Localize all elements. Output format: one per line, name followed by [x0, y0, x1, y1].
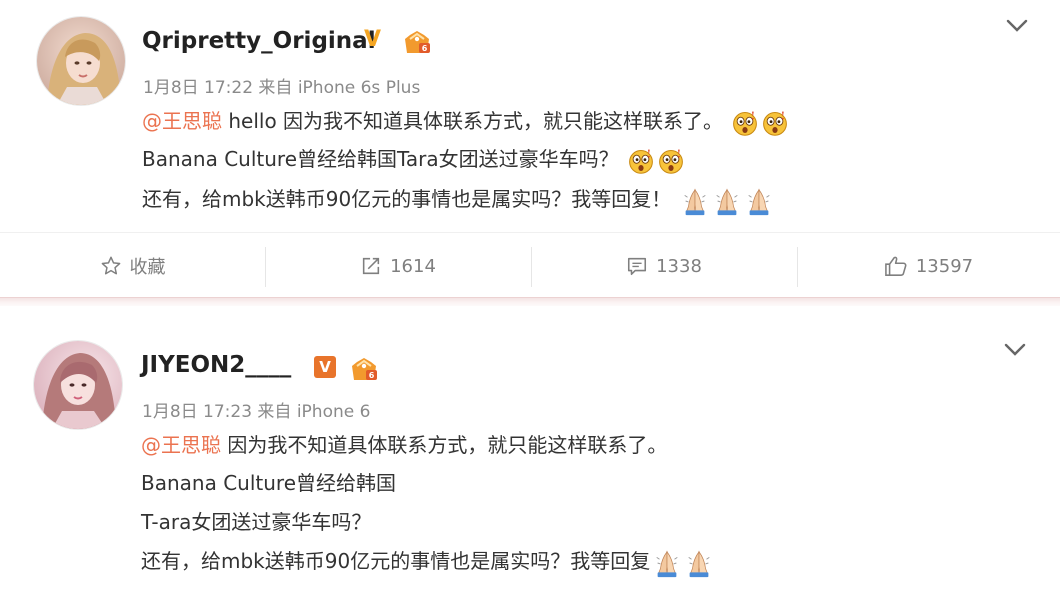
comment-button[interactable]: 1338: [531, 233, 797, 299]
action-bar: 收藏 1614 1338 13597: [0, 232, 1060, 298]
post-meta: 1月8日 17:23 来自 iPhone 6: [142, 402, 371, 422]
avatar-image: [34, 341, 122, 429]
repost-count: 1614: [390, 255, 436, 277]
praying-hands-emoji-icon: [744, 186, 774, 216]
avatar[interactable]: [37, 17, 125, 105]
thumbs-up-icon: [884, 256, 907, 276]
weibo-post-1: Qripretty_Original V 1月8日 17:22 来自 iPhon…: [0, 0, 1060, 300]
post-text-line: T-ara女团送过豪华车吗？: [141, 508, 371, 536]
weibo-post-2: JIYEON2____ V 1月8日 17:23 来自 iPhone 6 @王思…: [0, 306, 1060, 596]
post-text-line: Banana Culture曾经给韩国: [141, 469, 396, 497]
praying-hands-emoji-icon: [680, 186, 710, 216]
member-badge-icon: [402, 29, 432, 55]
praying-hands-emoji-icon: [684, 548, 714, 578]
praying-hands-emoji-icon: [712, 186, 742, 216]
repost-icon: [362, 257, 380, 275]
post-text-line: 还有，给mbk送韩币90亿元的事情也是属实吗？我等回复！: [142, 185, 774, 216]
username[interactable]: Qripretty_Original: [142, 28, 376, 54]
favorite-button[interactable]: 收藏: [0, 233, 265, 299]
post-text: Banana Culture曾经给韩国: [141, 471, 396, 495]
mention-link[interactable]: @王思聪: [141, 433, 221, 457]
post-text: hello 因为我不知道具体联系方式，就只能这样联系了。: [222, 109, 724, 133]
member-badge-icon: [349, 356, 379, 382]
avatar-image: [37, 17, 125, 105]
mention-link[interactable]: @王思聪: [142, 109, 222, 133]
favorite-label: 收藏: [129, 257, 166, 278]
verified-v-icon: V: [364, 27, 382, 52]
post-text: 还有，给mbk送韩币90亿元的事情也是属实吗？我等回复: [141, 549, 651, 573]
post-text-line: @王思聪 因为我不知道具体联系方式，就只能这样联系了。: [141, 431, 667, 459]
comment-icon: [628, 257, 647, 276]
post-meta: 1月8日 17:22 来自 iPhone 6s Plus: [143, 78, 421, 98]
praying-hands-emoji-icon: [652, 548, 682, 578]
comment-count: 1338: [656, 255, 702, 277]
shocked-face-emoji-icon: [657, 147, 685, 175]
like-button[interactable]: 13597: [797, 233, 1060, 299]
post-text: T-ara女团送过豪华车吗？: [141, 510, 372, 534]
verified-v-icon: V: [314, 356, 336, 378]
star-icon: [101, 256, 120, 275]
post-text: Banana Culture曾经给韩国Tara女团送过豪华车吗？: [142, 147, 619, 171]
post-text-line: Banana Culture曾经给韩国Tara女团送过豪华车吗？: [142, 145, 685, 175]
repost-button[interactable]: 1614: [265, 233, 531, 299]
chevron-down-icon[interactable]: [1004, 343, 1026, 357]
post-text: 还有，给mbk送韩币90亿元的事情也是属实吗？我等回复！: [142, 187, 672, 211]
chevron-down-icon[interactable]: [1006, 19, 1028, 33]
like-count: 13597: [915, 255, 974, 277]
shocked-face-emoji-icon: [731, 109, 759, 137]
post-text-line: 还有，给mbk送韩币90亿元的事情也是属实吗？我等回复: [141, 547, 714, 578]
username[interactable]: JIYEON2____: [141, 352, 291, 378]
avatar[interactable]: [34, 341, 122, 429]
shocked-face-emoji-icon: [627, 147, 655, 175]
post-text-line: @王思聪 hello 因为我不知道具体联系方式，就只能这样联系了。: [142, 107, 789, 137]
shocked-face-emoji-icon: [761, 109, 789, 137]
post-text: 因为我不知道具体联系方式，就只能这样联系了。: [221, 433, 668, 457]
